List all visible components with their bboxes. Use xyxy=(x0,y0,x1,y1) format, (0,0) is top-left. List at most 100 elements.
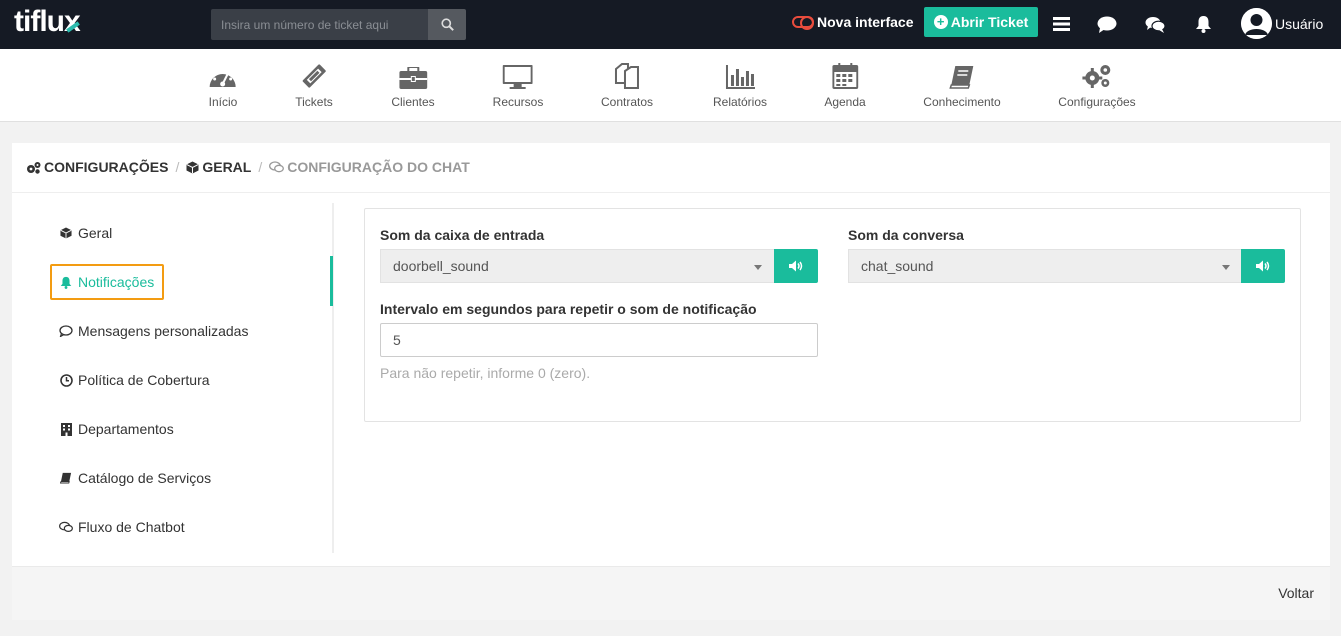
sidebar-item-catalogo[interactable]: Catálogo de Serviços xyxy=(59,470,211,486)
interval-input[interactable] xyxy=(380,323,818,357)
inbox-sound-value: doorbell_sound xyxy=(393,258,489,274)
sidebar-item-departamentos[interactable]: Departamentos xyxy=(59,421,174,437)
nav-inicio[interactable]: Início xyxy=(208,61,238,109)
search-icon xyxy=(440,18,454,31)
nova-interface-label: Nova interface xyxy=(817,14,914,30)
volume-icon xyxy=(1256,260,1270,272)
inbox-sound-play-button[interactable] xyxy=(774,249,818,283)
nav-recursos[interactable]: Recursos xyxy=(492,61,544,109)
cube-icon xyxy=(186,161,199,174)
sidebar-item-label: Departamentos xyxy=(78,421,174,437)
sidebar-item-chatbot[interactable]: Fluxo de Chatbot xyxy=(59,519,185,535)
book-icon xyxy=(948,66,973,89)
nav-tickets[interactable]: Tickets xyxy=(295,61,333,109)
building-icon xyxy=(59,422,73,436)
footer-bar: Voltar xyxy=(12,566,1330,620)
nova-interface-toggle[interactable]: Nova interface xyxy=(792,14,913,30)
comments-outline-icon xyxy=(59,521,73,533)
cube-icon xyxy=(59,227,73,239)
main-nav: Início Tickets Clientes Recursos Contrat… xyxy=(0,49,1341,122)
sidebar-item-label: Catálogo de Serviços xyxy=(78,470,212,486)
chat-sound-play-button[interactable] xyxy=(1241,249,1285,283)
inbox-sound-select[interactable]: doorbell_sound xyxy=(380,249,775,283)
ticket-search xyxy=(211,9,466,40)
inbox-sound-label: Som da caixa de entrada xyxy=(380,227,545,243)
nav-agenda[interactable]: Agenda xyxy=(824,61,866,109)
ticket-icon xyxy=(302,64,326,88)
breadcrumb-configuracao-chat: Configuração do chat xyxy=(287,159,470,175)
monitor-icon xyxy=(503,65,533,89)
nav-relatorios[interactable]: Relatórios xyxy=(713,61,767,109)
top-bar: tiflux Nova interface + Abrir Ticket Usu… xyxy=(0,0,1341,49)
breadcrumb-configuracoes[interactable]: Configurações xyxy=(44,159,168,175)
copy-icon xyxy=(615,63,639,89)
logo-text: tiflu xyxy=(14,5,65,38)
comments-icon xyxy=(1145,16,1166,33)
user-icon xyxy=(1241,8,1272,39)
clock-icon xyxy=(59,373,73,387)
bell-icon xyxy=(1195,16,1211,33)
cogs-icon xyxy=(1081,65,1110,88)
caret-down-icon xyxy=(1222,265,1230,270)
comments-icon xyxy=(269,161,285,173)
nav-clientes[interactable]: Clientes xyxy=(391,61,435,109)
bar-chart-icon xyxy=(726,65,755,89)
nav-conhecimento[interactable]: Conhecimento xyxy=(923,61,1001,109)
nav-label: Início xyxy=(208,95,238,109)
chat-button[interactable] xyxy=(1096,13,1118,35)
breadcrumb-geral[interactable]: Geral xyxy=(202,159,251,175)
notification-settings-panel: Som da caixa de entrada doorbell_sound S… xyxy=(364,208,1301,422)
user-label: Usuário xyxy=(1275,15,1324,32)
hamburger-icon xyxy=(1052,17,1070,31)
nav-contratos[interactable]: Contratos xyxy=(601,61,653,109)
search-button[interactable] xyxy=(428,9,466,40)
sidebar-item-politica[interactable]: Política de Cobertura xyxy=(59,372,210,388)
chat-sound-select[interactable]: chat_sound xyxy=(848,249,1243,283)
comment-outline-icon xyxy=(59,325,73,337)
tiflux-logo[interactable]: tiflux xyxy=(14,5,81,39)
nav-label: Clientes xyxy=(391,95,435,109)
book-icon xyxy=(59,472,73,484)
caret-down-icon xyxy=(754,265,762,270)
nav-label: Recursos xyxy=(492,95,544,109)
menu-button[interactable] xyxy=(1050,13,1072,35)
nav-label: Relatórios xyxy=(712,95,768,109)
conversations-button[interactable] xyxy=(1144,13,1166,35)
abrir-ticket-button[interactable]: + Abrir Ticket xyxy=(924,7,1038,37)
sidebar-item-label: Fluxo de Chatbot xyxy=(78,519,185,535)
chat-sound-label: Som da conversa xyxy=(848,227,964,243)
breadcrumb: Configurações / Geral / Configuração do … xyxy=(26,159,470,175)
breadcrumb-separator: / xyxy=(175,159,180,175)
cogs-icon xyxy=(26,161,41,174)
avatar xyxy=(1241,8,1272,39)
voltar-button[interactable]: Voltar xyxy=(1278,585,1314,601)
dashboard-icon xyxy=(210,71,236,87)
interval-help-text: Para não repetir, informe 0 (zero). xyxy=(380,365,591,381)
briefcase-icon xyxy=(398,67,427,89)
content-card: Configurações / Geral / Configuração do … xyxy=(12,143,1330,566)
logo-x: x xyxy=(63,5,81,38)
highlight-box xyxy=(50,264,164,300)
ticket-search-input[interactable] xyxy=(211,9,428,40)
user-menu[interactable]: Usuário xyxy=(1241,8,1323,39)
toggle-icon xyxy=(792,16,814,30)
nav-label: Agenda xyxy=(824,95,866,109)
calendar-icon xyxy=(832,63,858,89)
sidebar-item-label: Mensagens personalizadas xyxy=(78,323,249,339)
plus-circle-icon: + xyxy=(933,15,948,29)
sidebar-item-mensagens[interactable]: Mensagens personalizadas xyxy=(59,323,248,339)
settings-sidebar: Geral Notificações Mensagens personaliza… xyxy=(12,203,334,553)
breadcrumb-separator: / xyxy=(258,159,263,175)
nav-configuracoes[interactable]: Configurações xyxy=(1058,61,1136,109)
abrir-ticket-label: Abrir Ticket xyxy=(950,14,1029,30)
notifications-button[interactable] xyxy=(1192,13,1214,35)
interval-label: Intervalo em segundos para repetir o som… xyxy=(380,301,757,317)
comment-icon xyxy=(1097,16,1117,33)
nav-label: Tickets xyxy=(295,95,333,109)
chat-sound-value: chat_sound xyxy=(861,258,934,274)
nav-label: Contratos xyxy=(600,95,654,109)
nav-label: Conhecimento xyxy=(923,95,1001,109)
sidebar-item-label: Geral xyxy=(78,225,113,241)
sidebar-item-geral[interactable]: Geral xyxy=(59,225,112,241)
divider xyxy=(12,192,1330,193)
